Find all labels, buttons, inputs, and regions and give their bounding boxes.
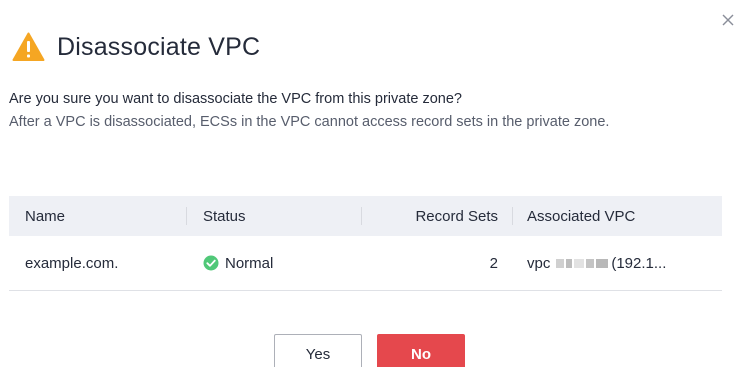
dialog-header: Disassociate VPC xyxy=(12,32,260,62)
warning-triangle-icon xyxy=(12,32,45,62)
cell-name: example.com. xyxy=(25,254,119,272)
close-icon[interactable] xyxy=(720,12,736,28)
dialog-buttons: Yes No xyxy=(274,334,465,367)
no-button[interactable]: No xyxy=(377,334,465,367)
vpc-suffix: (192.1... xyxy=(611,254,667,272)
disassociate-vpc-dialog: Disassociate VPC Are you sure you want t… xyxy=(0,0,737,367)
header-record-sets: Record Sets xyxy=(415,207,498,225)
cell-associated-vpc: vpc (192.1... xyxy=(513,255,722,272)
message-line-2: After a VPC is disassociated, ECSs in th… xyxy=(9,113,610,130)
vpc-prefix: vpc xyxy=(527,254,551,272)
table-row: example.com. Normal 2 vpc (192.1... xyxy=(9,236,722,291)
confirmation-message: Are you sure you want to disassociate th… xyxy=(9,88,719,133)
message-line-1: Are you sure you want to disassociate th… xyxy=(9,91,462,107)
vpc-table: Name Status Record Sets Associated VPC e… xyxy=(9,196,722,291)
cell-status: Normal xyxy=(187,255,361,272)
check-circle-icon xyxy=(203,255,219,271)
table-header-row: Name Status Record Sets Associated VPC xyxy=(9,196,722,236)
cell-record-sets: 2 xyxy=(489,254,498,272)
redacted-vpc-name xyxy=(555,258,609,268)
dialog-title: Disassociate VPC xyxy=(57,32,261,61)
header-status: Status xyxy=(203,207,246,225)
header-associated-vpc: Associated VPC xyxy=(527,207,636,225)
status-label: Normal xyxy=(225,254,274,272)
yes-button[interactable]: Yes xyxy=(274,334,362,367)
header-name: Name xyxy=(25,207,66,225)
